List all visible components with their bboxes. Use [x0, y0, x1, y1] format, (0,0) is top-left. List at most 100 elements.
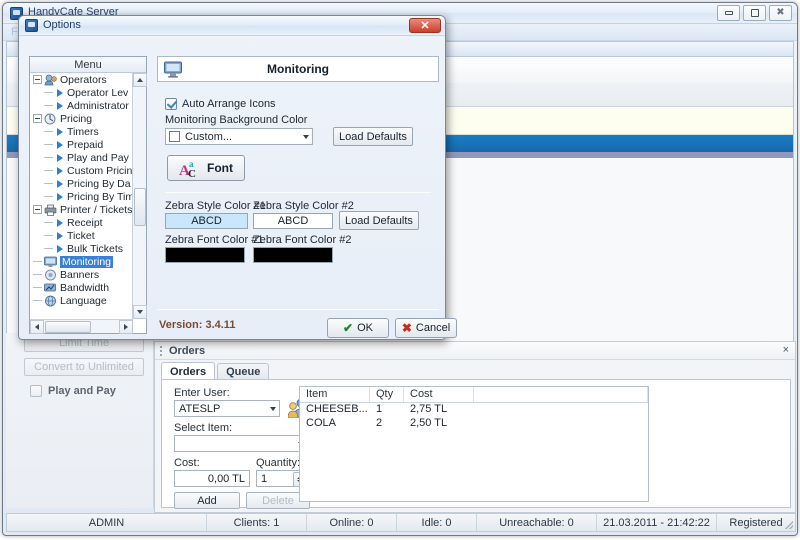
minimize-icon — [725, 11, 733, 15]
load-defaults-background-button[interactable]: Load Defaults — [333, 127, 413, 146]
column-header-cost[interactable]: Cost — [404, 387, 474, 402]
tree-connector — [44, 144, 53, 145]
svg-text:C: C — [188, 168, 196, 178]
operators-icon — [44, 74, 57, 86]
cancel-button[interactable]: ✖ Cancel — [395, 318, 457, 338]
play-and-pay-checkbox[interactable]: Play and Pay — [30, 385, 116, 397]
table-row[interactable]: CHEESEB... 1 2,75 TL — [300, 403, 648, 417]
minimize-button[interactable] — [717, 5, 740, 21]
scroll-down-icon[interactable] — [133, 305, 147, 319]
status-online: Online: 0 — [307, 514, 397, 531]
resize-grip-icon[interactable] — [783, 519, 793, 529]
tree-item-bandwidth[interactable]: Bandwidth — [30, 281, 133, 294]
tree-connector — [44, 196, 53, 197]
orders-grid-header: Item Qty Cost — [300, 387, 648, 403]
close-button[interactable]: ✖ — [769, 5, 792, 21]
maximize-button[interactable] — [743, 5, 766, 21]
tree-item-operator-levels[interactable]: Operator Lev — [30, 86, 133, 99]
scrollbar-thumb[interactable] — [45, 321, 91, 333]
tree-label: Prepaid — [67, 139, 103, 151]
pricing-icon — [44, 113, 57, 125]
tree-item-operators[interactable]: Operators — [30, 73, 133, 86]
font-icon: A a C — [179, 158, 203, 178]
tree-connector — [44, 222, 53, 223]
tab-queue[interactable]: Queue — [217, 363, 269, 380]
arrow-icon — [57, 167, 63, 175]
zebra-style-2-swatch[interactable]: ABCD — [253, 213, 333, 229]
enter-user-label: Enter User: — [174, 387, 230, 399]
monitor-icon — [164, 61, 182, 78]
drag-handle-icon[interactable] — [160, 346, 162, 356]
status-bar: ADMIN Clients: 1 Online: 0 Idle: 0 Unrea… — [6, 513, 796, 532]
cell-cost: 2,75 TL — [404, 403, 474, 417]
zebra-style-2-label: Zebra Style Color #2 — [253, 200, 354, 212]
arrow-icon — [57, 193, 63, 201]
background-color-value: Custom... — [185, 131, 232, 143]
select-item-combo[interactable] — [174, 435, 308, 452]
play-and-pay-label: Play and Pay — [48, 385, 116, 397]
language-icon — [44, 295, 57, 307]
tree-label: Ticket — [67, 230, 95, 242]
scroll-right-icon[interactable] — [119, 320, 133, 334]
maximize-icon — [751, 9, 759, 17]
status-unreachable: Unreachable: 0 — [477, 514, 597, 531]
zebra-style-1-swatch[interactable]: ABCD — [165, 213, 248, 229]
tree-item-custom-pricing[interactable]: Custom Pricin — [30, 164, 133, 177]
cost-field[interactable]: 0,00 TL — [174, 470, 250, 487]
ok-button[interactable]: ✔ OK — [327, 318, 389, 338]
tree-item-pricing-by-date[interactable]: Pricing By Da — [30, 177, 133, 190]
tree-item-pricing-by-time[interactable]: Pricing By Tim — [30, 190, 133, 203]
cell-item: CHEESEB... — [300, 403, 370, 417]
enter-user-combo[interactable]: ATESLP — [174, 400, 280, 417]
tree-item-banners[interactable]: Banners — [30, 268, 133, 281]
load-defaults-zebra-button[interactable]: Load Defaults — [339, 211, 419, 230]
table-row[interactable]: COLA 2 2,50 TL — [300, 417, 648, 431]
window-controls: ✖ — [717, 5, 792, 21]
orders-items-grid[interactable]: Item Qty Cost CHEESEB... 1 2,75 TL COLA … — [299, 386, 649, 502]
tree-item-pricing[interactable]: Pricing — [30, 112, 133, 125]
arrow-icon — [57, 245, 63, 253]
options-tree[interactable]: Operators Operator Lev Administrator Pri… — [30, 73, 133, 319]
expander-icon[interactable] — [33, 205, 42, 214]
dialog-titlebar[interactable]: Options ✕ — [19, 16, 445, 36]
zebra-font-2-swatch[interactable] — [253, 247, 333, 263]
column-header-qty[interactable]: Qty — [370, 387, 404, 402]
tree-horizontal-scrollbar[interactable] — [30, 319, 133, 333]
tree-item-monitoring[interactable]: Monitoring — [30, 255, 133, 268]
tree-item-bulk-tickets[interactable]: Bulk Tickets — [30, 242, 133, 255]
scroll-left-icon[interactable] — [30, 320, 44, 334]
tree-item-timers[interactable]: Timers — [30, 125, 133, 138]
column-header-item[interactable]: Item — [300, 387, 370, 402]
printer-icon — [44, 204, 57, 216]
tree-item-ticket[interactable]: Ticket — [30, 229, 133, 242]
cost-label: Cost: — [174, 457, 200, 469]
chevron-down-icon — [303, 135, 309, 139]
font-button[interactable]: A a C Font — [167, 155, 245, 181]
column-header-blank — [474, 387, 648, 402]
tab-orders[interactable]: Orders — [161, 362, 215, 380]
tree-label: Timers — [67, 126, 99, 138]
scroll-up-icon[interactable] — [133, 73, 147, 87]
add-order-button[interactable]: Add — [174, 492, 240, 509]
font-button-label: Font — [207, 161, 233, 175]
zebra-font-1-label: Zebra Font Color #1 — [165, 234, 263, 246]
zebra-font-1-swatch[interactable] — [165, 247, 245, 263]
auto-arrange-icons-checkbox[interactable]: Auto Arrange Icons — [165, 98, 276, 110]
tree-label: Play and Pay — [67, 152, 129, 164]
dialog-close-button[interactable]: ✕ — [409, 18, 441, 33]
orders-close-icon[interactable]: × — [783, 344, 789, 356]
expander-icon[interactable] — [33, 75, 42, 84]
tree-item-play-and-pay[interactable]: Play and Pay — [30, 151, 133, 164]
tree-vertical-scrollbar[interactable] — [132, 73, 146, 319]
tree-item-administrator[interactable]: Administrator — [30, 99, 133, 112]
cell-item: COLA — [300, 417, 370, 431]
tree-item-prepaid[interactable]: Prepaid — [30, 138, 133, 151]
background-color-combo[interactable]: Custom... — [165, 128, 313, 145]
arrow-icon — [57, 128, 63, 136]
scrollbar-thumb[interactable] — [134, 188, 146, 226]
tree-item-printer-tickets[interactable]: Printer / Tickets — [30, 203, 133, 216]
tree-item-language[interactable]: Language — [30, 294, 133, 307]
expander-icon[interactable] — [33, 114, 42, 123]
tree-item-receipt[interactable]: Receipt — [30, 216, 133, 229]
convert-to-unlimited-button[interactable]: Convert to Unlimited — [24, 358, 144, 376]
